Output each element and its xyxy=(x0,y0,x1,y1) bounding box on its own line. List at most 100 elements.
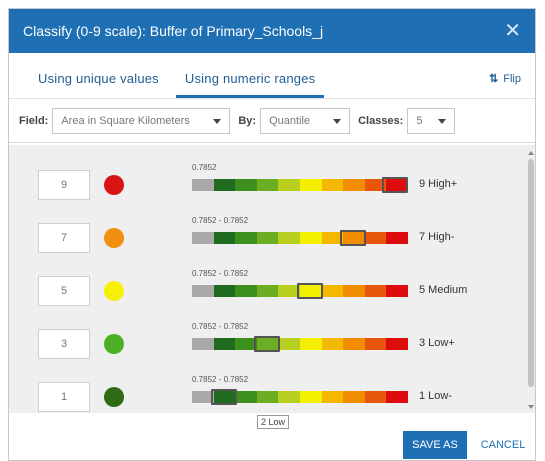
save-as-button[interactable]: SAVE AS xyxy=(403,431,467,459)
ramp-marker[interactable] xyxy=(297,283,323,299)
scrollbar-thumb[interactable] xyxy=(528,159,534,387)
ramp-marker[interactable] xyxy=(382,177,408,193)
class-label: 3 Low+ xyxy=(419,337,455,349)
class-value-input[interactable]: 1 xyxy=(38,382,90,412)
class-color-swatch[interactable] xyxy=(104,387,124,407)
class-color-swatch[interactable] xyxy=(104,175,124,195)
ramp-marker[interactable] xyxy=(340,230,367,246)
color-ramp-segment xyxy=(213,232,236,244)
class-label: 5 Medium xyxy=(419,284,468,296)
classes-select[interactable]: 5 xyxy=(407,107,456,134)
class-range-text: 0.7852 - 0.7852 xyxy=(192,322,249,331)
class-color-swatch[interactable] xyxy=(104,281,124,301)
by-label: By: xyxy=(238,114,257,127)
color-ramp-segment xyxy=(213,179,236,191)
class-value-input[interactable]: 9 xyxy=(38,170,90,200)
tab-numeric-ranges[interactable]: Using numeric ranges xyxy=(175,71,325,98)
color-ramp-segment xyxy=(235,232,257,244)
color-ramp-segment xyxy=(364,338,387,350)
class-value-input[interactable]: 3 xyxy=(38,329,90,359)
classes-label: Classes: xyxy=(358,114,404,127)
color-ramp-segment xyxy=(256,179,279,191)
scroll-up-icon[interactable] xyxy=(528,151,534,155)
color-ramp-segment xyxy=(278,391,300,403)
color-ramp-segment xyxy=(299,338,322,350)
color-ramp-segment xyxy=(256,285,279,297)
flip-label: Flip xyxy=(503,73,521,85)
color-ramp-segment xyxy=(235,391,257,403)
color-ramp-segment xyxy=(343,391,365,403)
class-row: 5 0.7852 - 0.7852 5 Medium xyxy=(9,259,509,311)
color-ramp-segment xyxy=(213,338,236,350)
field-select[interactable]: Area in Square Kilometers xyxy=(52,107,231,134)
flip-button[interactable]: ⇅ Flip xyxy=(489,72,521,85)
ramp-marker[interactable] xyxy=(253,336,280,352)
class-range-text: 0.7852 - 0.7852 xyxy=(192,375,249,384)
color-ramp-segment xyxy=(235,285,257,297)
class-row: 9 0.7852 9 High+ xyxy=(9,153,509,205)
color-ramp-segment xyxy=(321,391,344,403)
color-ramp-segment xyxy=(299,179,322,191)
color-ramp-segment xyxy=(192,285,214,297)
class-row: 3 0.7852 - 0.7852 3 Low+ xyxy=(9,312,509,364)
classify-dialog: Classify (0-9 scale): Buffer of Primary_… xyxy=(8,8,536,461)
chevron-down-icon xyxy=(333,118,342,124)
color-ramp-segment xyxy=(192,232,214,244)
class-row: 7 0.7852 - 0.7852 7 High- xyxy=(9,206,509,258)
color-ramp xyxy=(192,179,408,191)
class-range-text: 0.7852 - 0.7852 xyxy=(192,216,249,225)
class-label: 7 High- xyxy=(419,231,455,243)
dialog-footer: 2 Low SAVE AS CANCEL xyxy=(9,413,535,460)
close-icon[interactable]: ✕ xyxy=(504,21,521,41)
color-ramp-segment xyxy=(343,338,365,350)
color-ramp-segment xyxy=(278,338,300,350)
color-ramp-segment xyxy=(321,285,344,297)
chevron-down-icon xyxy=(213,118,222,124)
color-ramp-segment xyxy=(321,179,344,191)
color-ramp-segment xyxy=(235,179,257,191)
method-select-value: Quantile xyxy=(269,114,311,127)
color-ramp-segment xyxy=(299,232,322,244)
color-ramp-segment xyxy=(256,391,279,403)
color-ramp-segment xyxy=(364,232,387,244)
chevron-down-icon xyxy=(438,118,447,124)
class-rows-panel: 9 0.7852 9 High+ 7 0.7852 - 0.7852 7 High- 5 0.… xyxy=(9,145,535,413)
color-ramp-segment xyxy=(278,232,300,244)
dialog-titlebar: Classify (0-9 scale): Buffer of Primary_… xyxy=(9,9,535,53)
class-value-input[interactable]: 7 xyxy=(38,223,90,253)
color-ramp-segment xyxy=(192,179,214,191)
tab-bar: Using unique values Using numeric ranges… xyxy=(9,53,535,99)
color-ramp-segment xyxy=(299,391,322,403)
classes-select-value: 5 xyxy=(416,114,423,127)
color-ramp-segment xyxy=(386,338,408,350)
color-ramp xyxy=(192,232,408,244)
tab-unique-values[interactable]: Using unique values xyxy=(29,71,168,98)
method-select[interactable]: Quantile xyxy=(260,107,351,134)
class-color-swatch[interactable] xyxy=(104,334,124,354)
scroll-down-icon[interactable] xyxy=(528,405,534,409)
ramp-marker[interactable] xyxy=(210,389,237,405)
vertical-scrollbar[interactable] xyxy=(528,151,535,409)
class-color-swatch[interactable] xyxy=(104,228,124,248)
color-ramp xyxy=(192,338,408,350)
class-label: 1 Low- xyxy=(419,390,453,402)
marker-tooltip: 2 Low xyxy=(257,415,290,429)
color-ramp-segment xyxy=(343,285,365,297)
field-select-value: Area in Square Kilometers xyxy=(61,114,190,127)
cancel-button[interactable]: CANCEL xyxy=(478,431,528,459)
color-ramp-segment xyxy=(321,338,344,350)
color-ramp-segment xyxy=(386,285,408,297)
color-ramp-segment xyxy=(256,232,279,244)
class-row: 1 0.7852 - 0.7852 1 Low- xyxy=(9,365,509,413)
color-ramp-segment xyxy=(386,391,408,403)
class-value-input[interactable]: 5 xyxy=(38,276,90,306)
color-ramp-segment xyxy=(364,285,387,297)
color-ramp-segment xyxy=(192,338,214,350)
color-ramp-segment xyxy=(278,179,300,191)
color-ramp-segment xyxy=(386,232,408,244)
color-ramp-segment xyxy=(213,285,236,297)
classification-options: Field: Area in Square Kilometers By: Qua… xyxy=(9,99,535,143)
dialog-title: Classify (0-9 scale): Buffer of Primary_… xyxy=(23,23,324,39)
class-range-text: 0.7852 - 0.7852 xyxy=(192,269,249,278)
color-ramp-segment xyxy=(343,179,365,191)
